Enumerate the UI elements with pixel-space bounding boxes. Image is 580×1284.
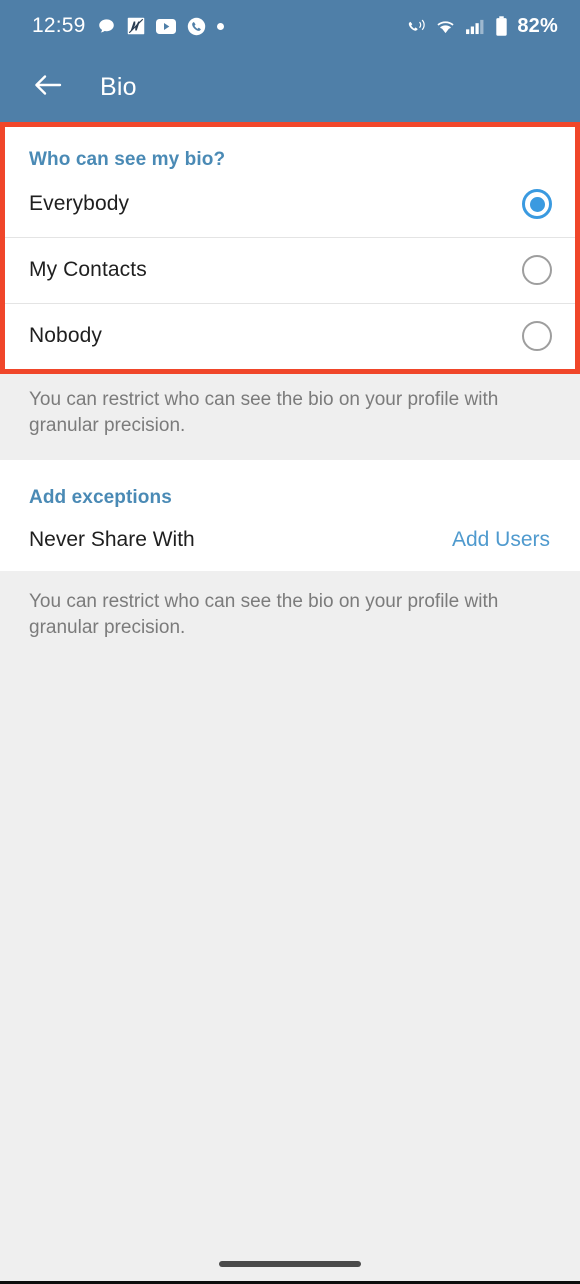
youtube-icon — [155, 18, 176, 34]
exceptions-footnote: You can restrict who can see the bio on … — [0, 571, 580, 663]
privacy-options-card: Who can see my bio? Everybody My Contact… — [0, 122, 580, 369]
phone-circle-icon — [187, 17, 206, 36]
gesture-pill-handle[interactable] — [219, 1261, 361, 1267]
privacy-section-header: Who can see my bio? — [29, 149, 226, 170]
chat-bubble-icon — [97, 17, 116, 36]
cellular-signal-icon — [465, 18, 486, 35]
option-label: My Contacts — [29, 258, 147, 281]
radio-button-my-contacts[interactable] — [522, 255, 552, 285]
never-share-with-row[interactable]: Never Share With Add Users — [0, 509, 580, 571]
call-signal-icon — [405, 17, 426, 36]
back-button[interactable] — [26, 65, 70, 109]
option-label: Nobody — [29, 324, 102, 347]
dot-indicator-icon — [216, 22, 224, 30]
system-navigation-bar — [0, 1244, 580, 1284]
exceptions-section-header: Add exceptions — [29, 487, 172, 509]
status-bar-right: 82% — [405, 15, 558, 38]
status-bar-left: 12:59 — [32, 14, 405, 38]
wifi-icon — [435, 18, 456, 35]
radio-button-nobody[interactable] — [522, 321, 552, 351]
option-row-nobody[interactable]: Nobody — [0, 303, 580, 369]
boxed-app-icon — [127, 17, 145, 35]
option-label: Everybody — [29, 192, 130, 215]
battery-icon — [495, 15, 508, 37]
page-title: Bio — [100, 72, 137, 101]
phone-screen: 12:59 82% Bio Who can see my bio? Everyb… — [0, 0, 580, 1284]
app-bar: Bio — [0, 52, 580, 122]
radio-button-everybody[interactable] — [522, 189, 552, 219]
battery-percent-label: 82% — [517, 14, 558, 37]
settings-content: Who can see my bio? Everybody My Contact… — [0, 122, 580, 1284]
exceptions-card: Add exceptions Never Share With Add User… — [0, 460, 580, 572]
status-bar: 12:59 82% — [0, 0, 580, 52]
privacy-footnote: You can restrict who can see the bio on … — [0, 369, 580, 461]
back-arrow-icon — [33, 72, 63, 103]
add-users-button[interactable]: Add Users — [452, 528, 550, 552]
never-share-with-label: Never Share With — [29, 528, 195, 552]
option-row-my-contacts[interactable]: My Contacts — [0, 237, 580, 303]
status-clock: 12:59 — [32, 14, 86, 37]
option-row-everybody[interactable]: Everybody — [0, 171, 580, 237]
